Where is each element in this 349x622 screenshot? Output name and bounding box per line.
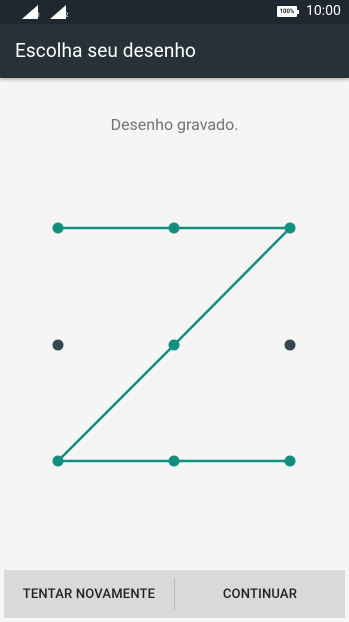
pattern-dot-row2-col2[interactable] — [168, 339, 180, 351]
pattern-dot-row3-col1[interactable] — [52, 455, 64, 467]
pattern-dot-row2-col3[interactable] — [284, 339, 296, 351]
pattern-dot-row3-col2[interactable] — [168, 455, 180, 467]
pattern-dot-row2-col1[interactable] — [52, 339, 64, 351]
pattern-dot-row1-col2[interactable] — [168, 222, 180, 234]
pattern-grid[interactable] — [0, 0, 349, 622]
pattern-segment — [56, 343, 176, 463]
continue-button[interactable]: CONTINUAR — [175, 570, 345, 618]
pattern-dot-row1-col3[interactable] — [284, 222, 296, 234]
retry-button[interactable]: TENTAR NOVAMENTE — [4, 570, 174, 618]
bottom-button-bar: TENTAR NOVAMENTE CONTINUAR — [4, 570, 345, 618]
pattern-dot-row1-col1[interactable] — [52, 222, 64, 234]
pattern-segment — [172, 226, 292, 347]
pattern-dot-row3-col3[interactable] — [284, 455, 296, 467]
